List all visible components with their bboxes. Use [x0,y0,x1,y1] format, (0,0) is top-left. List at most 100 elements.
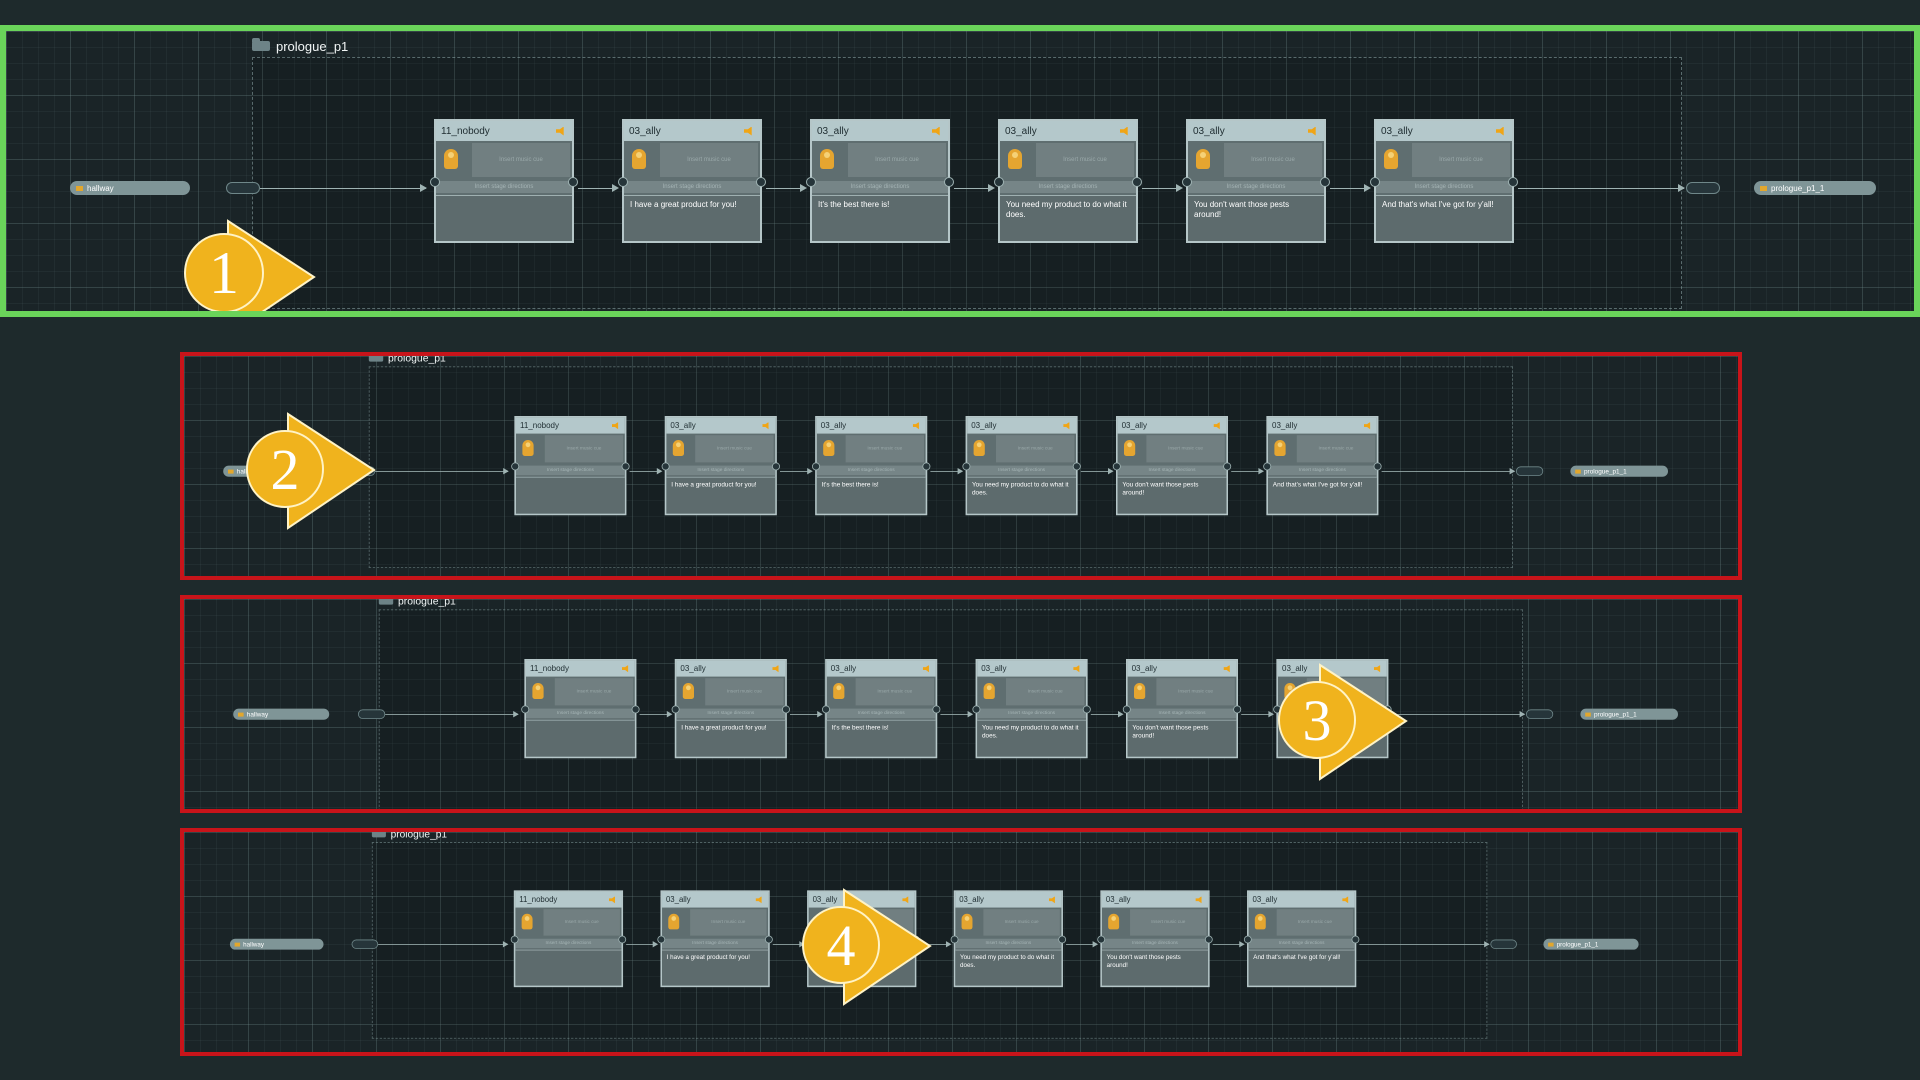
dialogue-node[interactable]: 03_ally Insert music cue Insert stage dire… [962,416,1081,516]
audio-icon[interactable] [1223,665,1230,673]
dialogue-text[interactable]: You need my product to do what it does. [977,719,1086,757]
character-icon[interactable] [983,683,995,699]
music-cue-field[interactable]: Insert music cue [554,678,634,706]
node-header[interactable]: 03_ally [1268,417,1377,434]
music-cue-field[interactable]: Insert music cue [1156,678,1235,706]
stage-directions-field[interactable]: Insert stage directions [967,465,1076,476]
output-port[interactable] [1508,177,1518,187]
output-port[interactable] [1082,705,1091,714]
music-cue-field[interactable]: Insert music cue [1130,909,1207,936]
audio-icon[interactable] [612,422,619,430]
dialogue-text[interactable]: And that's what I've got for y'all! [1268,476,1377,514]
dialogue-node[interactable]: 03_ally Insert music cue Insert stage dire… [1243,890,1360,988]
input-port[interactable] [657,935,666,944]
dialogue-node[interactable]: 11_nobody Insert music cue Insert stage di… [511,416,630,516]
dialogue-text[interactable]: You don't want those pests around! [1127,719,1237,757]
input-port[interactable] [812,462,820,471]
dialogue-text[interactable]: It's the best there is! [826,719,936,757]
audio-icon[interactable] [1342,896,1349,904]
music-cue-field[interactable]: Insert music cue [705,678,784,706]
start-node[interactable]: hallway [229,938,324,950]
music-cue-field[interactable]: Insert music cue [1036,143,1134,177]
stage-directions-field[interactable]: Insert stage directions [526,708,635,719]
music-cue-field[interactable]: Insert music cue [1412,143,1510,177]
dialogue-text[interactable]: You don't want those pests around! [1188,195,1324,241]
stage-directions-field[interactable]: Insert stage directions [516,465,625,476]
dialogue-text[interactable]: You don't want those pests around! [1101,949,1209,986]
group-output-connector[interactable] [1490,939,1517,949]
group-output-connector[interactable] [1686,182,1720,194]
graph-panel-2[interactable]: prologue_p1hallway11_nobodyInsert music … [180,352,1742,580]
output-port[interactable] [922,462,931,471]
music-cue-field[interactable]: Insert music cue [1276,909,1354,936]
music-cue-field[interactable]: Insert music cue [1006,678,1085,706]
dialogue-node[interactable]: 03_ally Insert music cue Insert stage dire… [994,119,1142,243]
dialogue-text[interactable]: I have a great product for you! [676,719,786,757]
dialogue-text[interactable]: It's the best there is! [816,476,926,514]
character-icon[interactable] [444,149,458,169]
output-port[interactable] [621,462,630,471]
audio-icon[interactable] [922,665,929,673]
stage-directions-field[interactable]: Insert stage directions [1376,181,1512,193]
start-node[interactable]: hallway [70,181,190,195]
output-port[interactable] [944,177,954,187]
node-header[interactable]: 03_ally [666,417,776,434]
node-header[interactable]: 03_ally [676,660,786,677]
dialogue-node[interactable]: 03_ally Insert music cue Insert stage dire… [822,659,941,759]
character-icon[interactable] [521,913,533,930]
audio-icon[interactable] [744,126,752,136]
character-icon[interactable] [1384,149,1398,169]
music-cue-field[interactable]: Insert music cue [1146,435,1225,463]
dialogue-node[interactable]: 03_ally Insert music cue Insert stage dire… [950,890,1067,988]
stage-directions-field[interactable]: Insert stage directions [662,938,769,949]
audio-icon[interactable] [1496,126,1504,136]
character-icon[interactable] [672,440,684,456]
dialogue-node[interactable]: 03_ally Insert music cue Insert stage dire… [1112,416,1232,516]
graph-panel-1[interactable]: prologue_p1 hallway 11_nobody Insert music … [0,25,1920,317]
node-header[interactable]: 11_nobody [526,660,635,677]
group-output-connector[interactable] [1526,709,1554,719]
music-cue-field[interactable]: Insert music cue [855,678,934,706]
input-port[interactable] [1263,462,1272,471]
dialogue-node[interactable]: 03_ally Insert music cue Insert stage dire… [1122,659,1242,759]
character-icon[interactable] [1124,440,1136,456]
group-label[interactable]: prologue_p1 [252,37,348,55]
character-icon[interactable] [961,913,973,930]
character-icon[interactable] [632,149,646,169]
node-header[interactable]: 03_ally [1188,121,1324,141]
node-header[interactable]: 03_ally [816,417,926,434]
dialogue-text[interactable]: And that's what I've got for y'all! [1248,949,1355,986]
end-node[interactable]: prologue_p1_1 [1570,465,1668,477]
audio-icon[interactable] [772,665,779,673]
audio-icon[interactable] [912,422,919,430]
dialogue-node[interactable]: 03_ally Insert music cue Insert stage dire… [1097,890,1213,988]
input-port[interactable] [972,705,981,714]
output-port[interactable] [756,177,766,187]
input-port[interactable] [1243,935,1252,944]
input-port[interactable] [671,705,680,714]
output-port[interactable] [1072,462,1081,471]
stage-directions-field[interactable]: Insert stage directions [666,465,776,476]
input-port[interactable] [1097,935,1106,944]
audio-icon[interactable] [622,665,629,673]
dialogue-node[interactable]: 03_ally Insert music cue Insert stage dire… [618,119,766,243]
graph-canvas-3[interactable]: prologue_p1 hallway 11_nobody Insert music … [184,599,1718,809]
music-cue-field[interactable]: Insert music cue [845,435,924,463]
dialogue-node[interactable]: 03_ally Insert music cue Insert stage dire… [661,416,780,516]
group-input-connector[interactable] [358,709,386,719]
stage-directions-field[interactable]: Insert stage directions [1101,938,1209,949]
output-port[interactable] [1233,705,1242,714]
group-output-connector[interactable] [1516,466,1544,476]
input-port[interactable] [661,462,670,471]
end-node[interactable]: prologue_p1_1 [1543,938,1639,950]
audio-icon[interactable] [762,422,769,430]
music-cue-field[interactable]: Insert music cue [695,435,774,463]
end-node[interactable]: prologue_p1_1 [1580,708,1678,720]
music-cue-field[interactable]: Insert music cue [1296,435,1376,463]
stage-directions-field[interactable]: Insert stage directions [1000,181,1136,193]
character-icon[interactable] [668,913,680,930]
output-port[interactable] [618,935,627,944]
node-header[interactable]: 03_ally [1117,417,1227,434]
output-port[interactable] [772,462,780,471]
input-port[interactable] [1122,705,1131,714]
